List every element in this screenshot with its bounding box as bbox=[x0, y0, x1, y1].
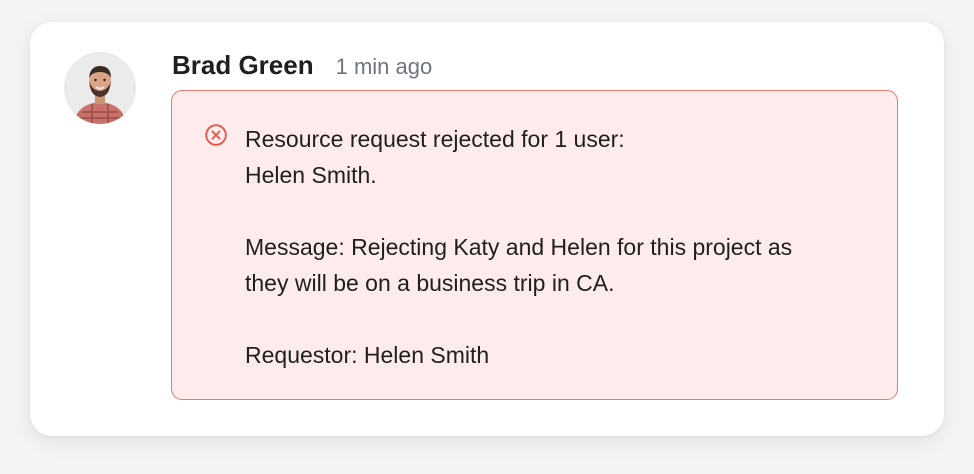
rejection-alert: Resource request rejected for 1 user: He… bbox=[171, 90, 898, 400]
avatar[interactable] bbox=[64, 52, 136, 124]
alert-user-list: Helen Smith. bbox=[245, 162, 377, 188]
alert-message: Resource request rejected for 1 user: He… bbox=[245, 121, 885, 373]
timestamp: 1 min ago bbox=[335, 54, 433, 79]
x-circle-icon bbox=[205, 124, 227, 146]
alert-message-line: they will be on a business trip in CA. bbox=[245, 270, 615, 296]
alert-requestor: Requestor: Helen Smith bbox=[245, 342, 490, 368]
comment-header: Brad Green 1 min ago bbox=[172, 50, 432, 81]
author-name[interactable]: Brad Green bbox=[172, 50, 314, 81]
avatar-image bbox=[64, 52, 136, 124]
alert-summary: Resource request rejected for 1 user: bbox=[245, 126, 625, 152]
alert-message-line: Message: Rejecting Katy and Helen for th… bbox=[245, 234, 793, 260]
comment-card: Brad Green 1 min ago Resource request re… bbox=[30, 22, 944, 436]
